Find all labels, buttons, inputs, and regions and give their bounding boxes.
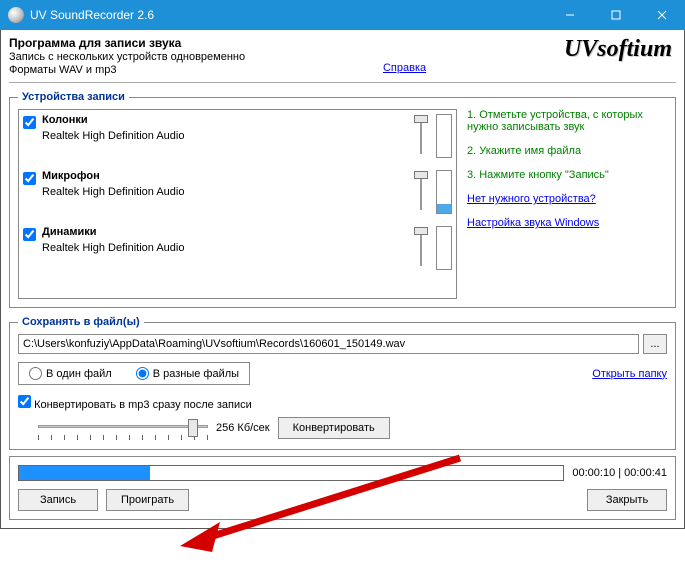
file-mode-radio-group: В один файл В разные файлы <box>18 362 250 385</box>
bitrate-slider[interactable] <box>38 415 208 441</box>
help-link[interactable]: Справка <box>383 62 426 74</box>
convert-checkbox-label[interactable]: Конвертировать в mp3 сразу после записи <box>18 395 252 411</box>
volume-slider[interactable] <box>412 170 430 214</box>
progress-bar[interactable] <box>18 465 564 481</box>
open-folder-link[interactable]: Открыть папку <box>592 368 667 380</box>
device-driver: Realtek High Definition Audio <box>42 130 406 142</box>
browse-button[interactable]: ... <box>643 334 667 354</box>
level-meter <box>436 226 452 270</box>
convert-checkbox[interactable] <box>18 395 31 408</box>
instruction-2: 2. Укажите имя файла <box>467 145 667 157</box>
radio-single-file[interactable]: В один файл <box>29 367 112 380</box>
app-subtitle-2: Форматы WAV и mp3 <box>9 64 245 76</box>
device-driver: Realtek High Definition Audio <box>42 186 406 198</box>
app-heading: Программа для записи звука <box>9 36 245 50</box>
maximize-button[interactable] <box>593 0 639 30</box>
play-button[interactable]: Проиграть <box>106 489 189 511</box>
minimize-button[interactable] <box>547 0 593 30</box>
instruction-1: 1. Отметьте устройства, с которых нужно … <box>467 109 667 133</box>
device-row: Микрофон Realtek High Definition Audio <box>23 170 452 214</box>
save-legend: Сохранять в файл(ы) <box>18 316 144 328</box>
device-driver: Realtek High Definition Audio <box>42 242 406 254</box>
bottom-panel: 00:00:10 | 00:00:41 Запись Проиграть Зак… <box>9 456 676 520</box>
devices-fieldset: Устройства записи Колонки Realtek High D… <box>9 91 676 308</box>
device-name: Микрофон <box>42 170 406 182</box>
devices-list: Колонки Realtek High Definition Audio Ми… <box>18 109 457 299</box>
level-meter <box>436 170 452 214</box>
save-fieldset: Сохранять в файл(ы) ... В один файл В ра… <box>9 316 676 450</box>
instruction-3: 3. Нажмите кнопку "Запись" <box>467 169 667 181</box>
device-checkbox-mic[interactable] <box>23 172 36 185</box>
volume-slider[interactable] <box>412 114 430 158</box>
windows-sound-link[interactable]: Настройка звука Windows <box>467 217 667 229</box>
bitrate-label: 256 Кб/сек <box>216 422 270 434</box>
device-row: Динамики Realtek High Definition Audio <box>23 226 452 270</box>
header: Программа для записи звука Запись с неск… <box>9 34 676 83</box>
device-name: Колонки <box>42 114 406 126</box>
record-button[interactable]: Запись <box>18 489 98 511</box>
time-label: 00:00:10 | 00:00:41 <box>572 467 667 479</box>
close-button[interactable]: Закрыть <box>587 489 667 511</box>
device-checkbox-speakers[interactable] <box>23 116 36 129</box>
level-meter <box>436 114 452 158</box>
volume-slider[interactable] <box>412 226 430 270</box>
device-row: Колонки Realtek High Definition Audio <box>23 114 452 158</box>
app-subtitle-1: Запись с нескольких устройств одновремен… <box>9 51 245 63</box>
window-title: UV SoundRecorder 2.6 <box>30 8 547 22</box>
close-window-button[interactable] <box>639 0 685 30</box>
convert-button[interactable]: Конвертировать <box>278 417 390 439</box>
app-icon <box>8 7 24 23</box>
brand-logo: UVsoftium <box>564 36 676 63</box>
titlebar: UV SoundRecorder 2.6 <box>0 0 685 30</box>
save-path-input[interactable] <box>18 334 639 354</box>
device-checkbox-dyn[interactable] <box>23 228 36 241</box>
device-name: Динамики <box>42 226 406 238</box>
radio-multi-file[interactable]: В разные файлы <box>136 367 239 380</box>
devices-legend: Устройства записи <box>18 91 129 103</box>
no-device-link[interactable]: Нет нужного устройства? <box>467 193 667 205</box>
